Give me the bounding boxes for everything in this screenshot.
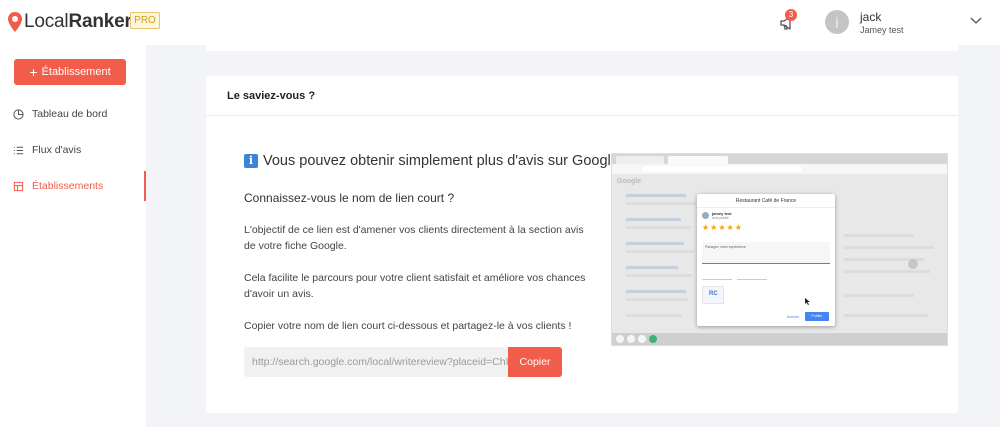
card-title: Le saviez-vous ? [206,76,958,116]
pro-badge: PRO [130,12,160,29]
sidebar-item-label: Flux d'avis [32,144,82,156]
sidebar-item-flux-davis[interactable]: Flux d'avis [0,135,146,165]
list-icon [13,146,24,154]
paragraph-instruction: Copier votre nom de lien court ci-dessou… [244,320,572,332]
sidebar-item-label: Tableau de bord [32,108,108,120]
map-pin-icon [8,12,22,32]
short-link-field[interactable]: http://search.google.com/local/writerevi… [244,347,508,377]
sidebar: + Établissement Tableau de bord Flux d'a… [0,45,146,427]
info-icon: i [244,154,258,168]
copy-button[interactable]: Copier [508,347,562,377]
logo[interactable]: LocalRanker [8,11,132,33]
chevron-down-icon[interactable] [970,16,982,26]
previous-card [206,38,958,51]
tip-card: Le saviez-vous ? i Vous pouvez obtenir s… [206,76,958,413]
paragraph-objective: L'objectif de ce lien est d'amener vos c… [244,224,584,252]
sidebar-item-label: Établissements [32,180,104,192]
building-icon [13,181,24,191]
add-establishment-button[interactable]: + Établissement [14,59,126,85]
user-name[interactable]: jack [860,10,881,24]
google-review-screenshot: Google Restaurant Café de France jamey t… [611,153,948,346]
notification-badge: 3 [785,9,797,21]
paragraph-benefit: Cela facilite le parcours pour votre cli… [244,272,586,300]
cursor-icon [805,298,810,305]
info-heading: i Vous pouvez obtenir simplement plus d'… [244,153,623,169]
user-account: Jamey test [860,25,904,35]
sidebar-item-tableau-de-bord[interactable]: Tableau de bord [0,99,146,129]
review-dialog: Restaurant Café de France jamey test Avi… [697,194,835,326]
sidebar-item-etablissements[interactable]: Établissements [0,171,146,201]
avatar[interactable]: j [825,10,849,34]
chart-pie-icon [13,108,24,120]
plus-icon: + [29,64,38,80]
logo-text: LocalRanker [24,11,132,32]
question-text: Connaissez-vous le nom de lien court ? [244,191,455,205]
star-rating: ★★★★★ [702,223,743,232]
